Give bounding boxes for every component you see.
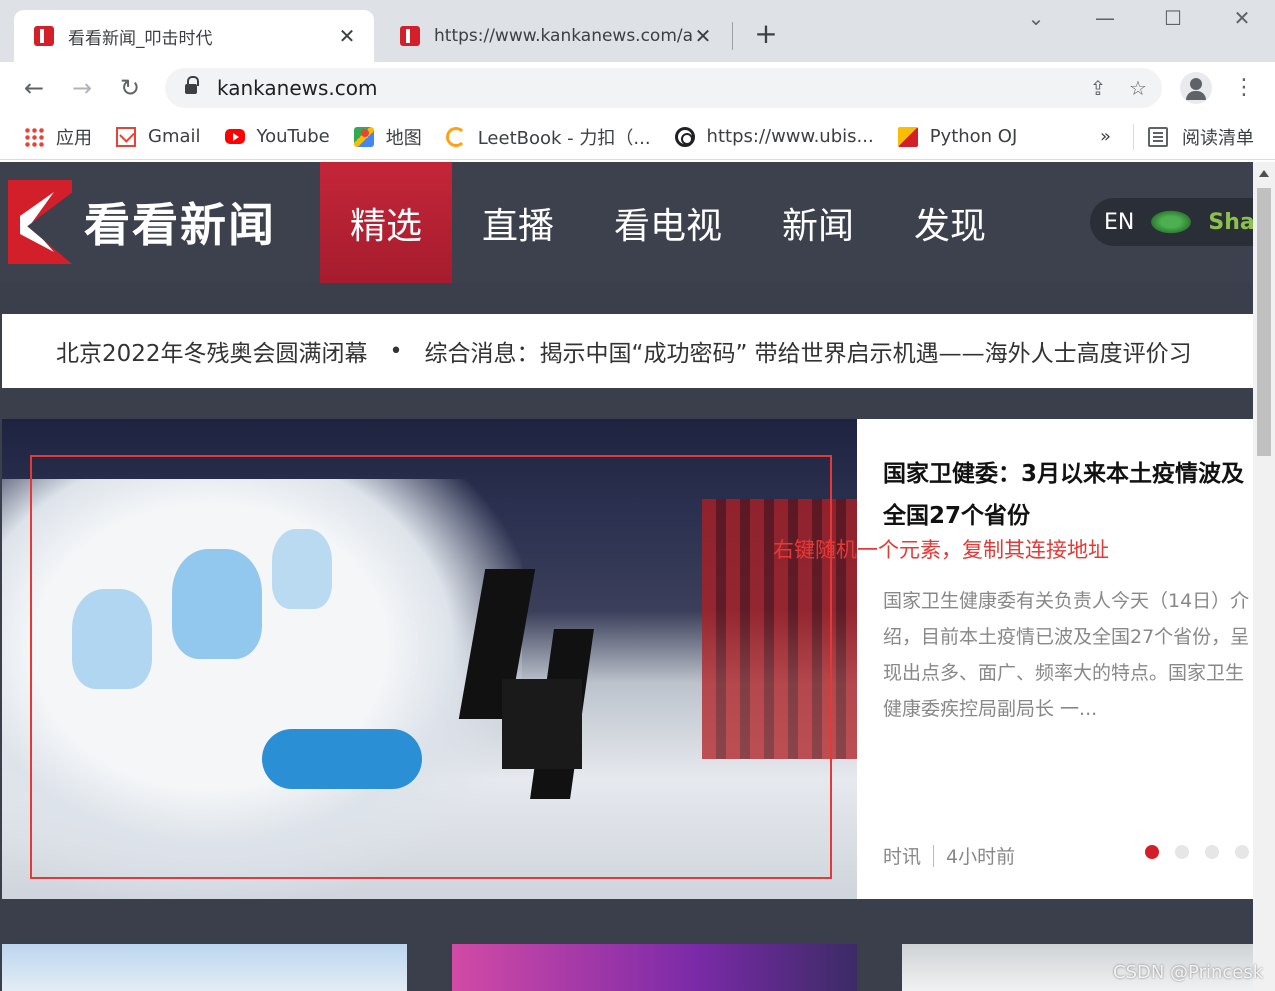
- bookmark-label: 地图: [385, 127, 422, 149]
- close-tab-icon[interactable]: ✕: [336, 24, 358, 48]
- page-viewport: 看看新闻 精选 直播 看电视 新闻 发现 EN Shan 北京2022年冬残奥会…: [0, 162, 1253, 991]
- site-logo[interactable]: 看看新闻: [8, 180, 276, 264]
- ticker-separator: •: [389, 338, 403, 364]
- annotation-text: 右键随机一个元素，复制其连接地址: [773, 538, 1109, 562]
- carousel-dot[interactable]: [1205, 845, 1219, 859]
- featured-title[interactable]: 国家卫健委：3月以来本土疫情波及全国27个省份: [883, 453, 1253, 537]
- reload-icon[interactable]: ↻: [114, 72, 146, 104]
- url-text[interactable]: kankanews.com: [217, 76, 1082, 100]
- watermark-text: CSDN @Princesk: [1113, 962, 1264, 983]
- bookmarks-overflow-button[interactable]: »: [1100, 126, 1111, 147]
- bookmarks-bar: 应用 Gmail YouTube 地图 LeetBook - 力扣（... ht…: [0, 114, 1275, 160]
- meta-separator: [933, 844, 935, 867]
- story-card[interactable]: [2, 944, 407, 991]
- annotation-highlight-box: [30, 455, 832, 879]
- featured-category[interactable]: 时讯: [883, 842, 921, 869]
- close-tab-icon[interactable]: ✕: [692, 24, 714, 48]
- tab-title: 看看新闻_叩击时代: [68, 28, 213, 49]
- new-tab-button[interactable]: +: [750, 18, 782, 50]
- bookmark-maps[interactable]: 地图: [353, 124, 422, 150]
- bookmark-label: Gmail: [148, 126, 201, 147]
- reading-list-icon: [1148, 127, 1168, 147]
- tab-strip: 看看新闻_叩击时代 ✕ https://www.kankanews.com/a …: [0, 0, 1275, 62]
- carousel-dots: [1145, 845, 1253, 859]
- maps-icon: [353, 126, 374, 147]
- nav-featured[interactable]: 精选: [320, 162, 452, 283]
- bookmark-label: LeetBook - 力扣（...: [477, 127, 651, 149]
- kankanews-favicon-icon: [34, 26, 54, 46]
- featured-time: 4小时前: [946, 846, 1016, 868]
- bookmark-youtube[interactable]: YouTube: [224, 126, 330, 147]
- bookmark-label: Python OJ: [929, 126, 1018, 147]
- page-scrollbar[interactable]: [1253, 162, 1275, 991]
- bookmark-python-oj[interactable]: Python OJ: [897, 126, 1018, 147]
- bookmark-gmail[interactable]: Gmail: [116, 126, 201, 147]
- leetcode-icon: [445, 126, 466, 147]
- bookmarks-separator: [1133, 124, 1134, 150]
- logo-text: 看看新闻: [84, 198, 276, 252]
- site-header: 看看新闻 精选 直播 看电视 新闻 发现 EN Shan: [0, 162, 1253, 283]
- scroll-thumb[interactable]: [1257, 188, 1271, 456]
- back-arrow-icon[interactable]: ←: [18, 72, 50, 104]
- bookmark-leetbook[interactable]: LeetBook - 力扣（...: [445, 124, 651, 150]
- profile-avatar-icon[interactable]: [1180, 72, 1212, 104]
- featured-summary: 国家卫生健康委有关负责人今天（14日）介绍，目前本土疫情已波及全国27个省份，呈…: [883, 590, 1250, 720]
- tab-kankanews-url[interactable]: https://www.kankanews.com/a ✕: [380, 10, 730, 62]
- carousel-dot[interactable]: [1235, 845, 1249, 859]
- story-cards-row: [0, 944, 1253, 991]
- reading-list-button[interactable]: 阅读清单: [1148, 114, 1254, 160]
- scroll-up-arrow-icon[interactable]: [1259, 170, 1269, 177]
- language-switch[interactable]: EN Shan: [1090, 198, 1253, 246]
- nav-news[interactable]: 新闻: [764, 162, 872, 283]
- news-ticker: 北京2022年冬残奥会圆满闭幕 • 综合消息：揭示中国“成功密码” 带给世界启示…: [2, 314, 1253, 388]
- gmail-icon: [116, 126, 136, 147]
- story-card[interactable]: [452, 944, 857, 991]
- lang-en[interactable]: EN: [1104, 210, 1134, 235]
- close-window-icon[interactable]: ✕: [1222, 6, 1262, 30]
- apps-grid-icon: [24, 126, 44, 147]
- forward-arrow-icon[interactable]: →: [66, 72, 98, 104]
- browser-toolbar: ← → ↻ kankanews.com ⇪ ☆ ⋮: [0, 62, 1275, 114]
- nav-discover[interactable]: 发现: [896, 162, 1004, 283]
- youtube-icon: [224, 129, 245, 144]
- address-bar[interactable]: kankanews.com ⇪ ☆: [165, 68, 1162, 108]
- share-icon[interactable]: ⇪: [1082, 72, 1114, 104]
- minimize-icon[interactable]: —: [1085, 6, 1125, 30]
- bookmark-label: https://www.ubis...: [706, 126, 874, 147]
- featured-meta: 时讯 4小时前: [883, 842, 1015, 869]
- tab-title: https://www.kankanews.com/a: [434, 26, 692, 46]
- reading-list-label: 阅读清单: [1182, 128, 1254, 149]
- maximize-icon[interactable]: ☐: [1153, 6, 1193, 30]
- bookmark-apps[interactable]: 应用: [24, 124, 92, 150]
- bookmark-star-icon[interactable]: ☆: [1122, 72, 1154, 104]
- nav-live[interactable]: 直播: [455, 162, 581, 283]
- kankanews-favicon-icon: [400, 26, 420, 46]
- lang-brand[interactable]: Shan: [1208, 210, 1253, 235]
- carousel-dot[interactable]: [1145, 845, 1159, 859]
- carousel-dot[interactable]: [1175, 845, 1189, 859]
- tab-kankanews[interactable]: 看看新闻_叩击时代 ✕: [14, 10, 374, 62]
- ticker-item[interactable]: 北京2022年冬残奥会圆满闭幕: [56, 334, 368, 368]
- ubisoft-icon: [674, 126, 695, 147]
- featured-image[interactable]: [2, 419, 857, 899]
- bookmark-label: 应用: [56, 127, 92, 149]
- kankanews-logo-icon: [8, 180, 72, 264]
- featured-text-panel: 国家卫健委：3月以来本土疫情波及全国27个省份 国家卫生健康委有关负责人今天（1…: [857, 419, 1253, 899]
- kebab-menu-icon[interactable]: ⋮: [1230, 72, 1258, 104]
- tab-separator: [732, 22, 733, 50]
- bookmark-ubisoft[interactable]: https://www.ubis...: [674, 126, 874, 147]
- bookmark-label: YouTube: [256, 126, 330, 147]
- tab-search-icon[interactable]: ⌄: [1016, 6, 1056, 30]
- nav-tv[interactable]: 看电视: [596, 162, 740, 283]
- shanghai-logo-icon: [1148, 209, 1195, 235]
- lock-icon[interactable]: [185, 76, 199, 95]
- featured-story: 国家卫健委：3月以来本土疫情波及全国27个省份 国家卫生健康委有关负责人今天（1…: [2, 419, 1253, 899]
- python-oj-icon: [897, 126, 918, 147]
- ticker-item[interactable]: 综合消息：揭示中国“成功密码” 带给世界启示机遇——海外人士高度评价习: [425, 334, 1192, 368]
